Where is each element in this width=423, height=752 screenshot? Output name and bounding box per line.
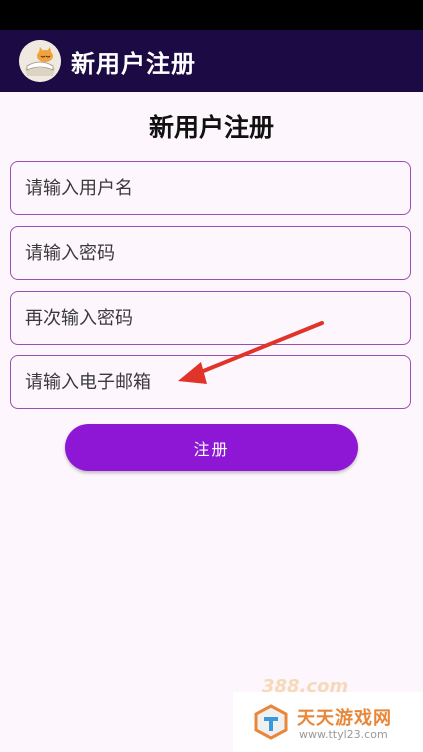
page-title: 新用户注册 (148, 113, 274, 142)
email-field[interactable] (10, 355, 411, 409)
app-bar-title: 新用户注册 (71, 49, 196, 78)
app-logo-icon (19, 40, 61, 82)
watermark-url: www.ttyl23.com (299, 728, 388, 741)
username-field[interactable] (10, 161, 411, 215)
password-field[interactable] (10, 226, 411, 280)
app-bar: 新用户注册 (0, 30, 423, 92)
confirm-password-field[interactable] (10, 291, 411, 345)
watermark-brand: 天天游戏网 (297, 708, 392, 729)
watermark: 天天游戏网 www.ttyl23.com (233, 692, 423, 752)
register-button[interactable]: 注册 (65, 424, 358, 471)
watermark-logo-icon (254, 704, 288, 740)
status-bar (0, 0, 423, 30)
